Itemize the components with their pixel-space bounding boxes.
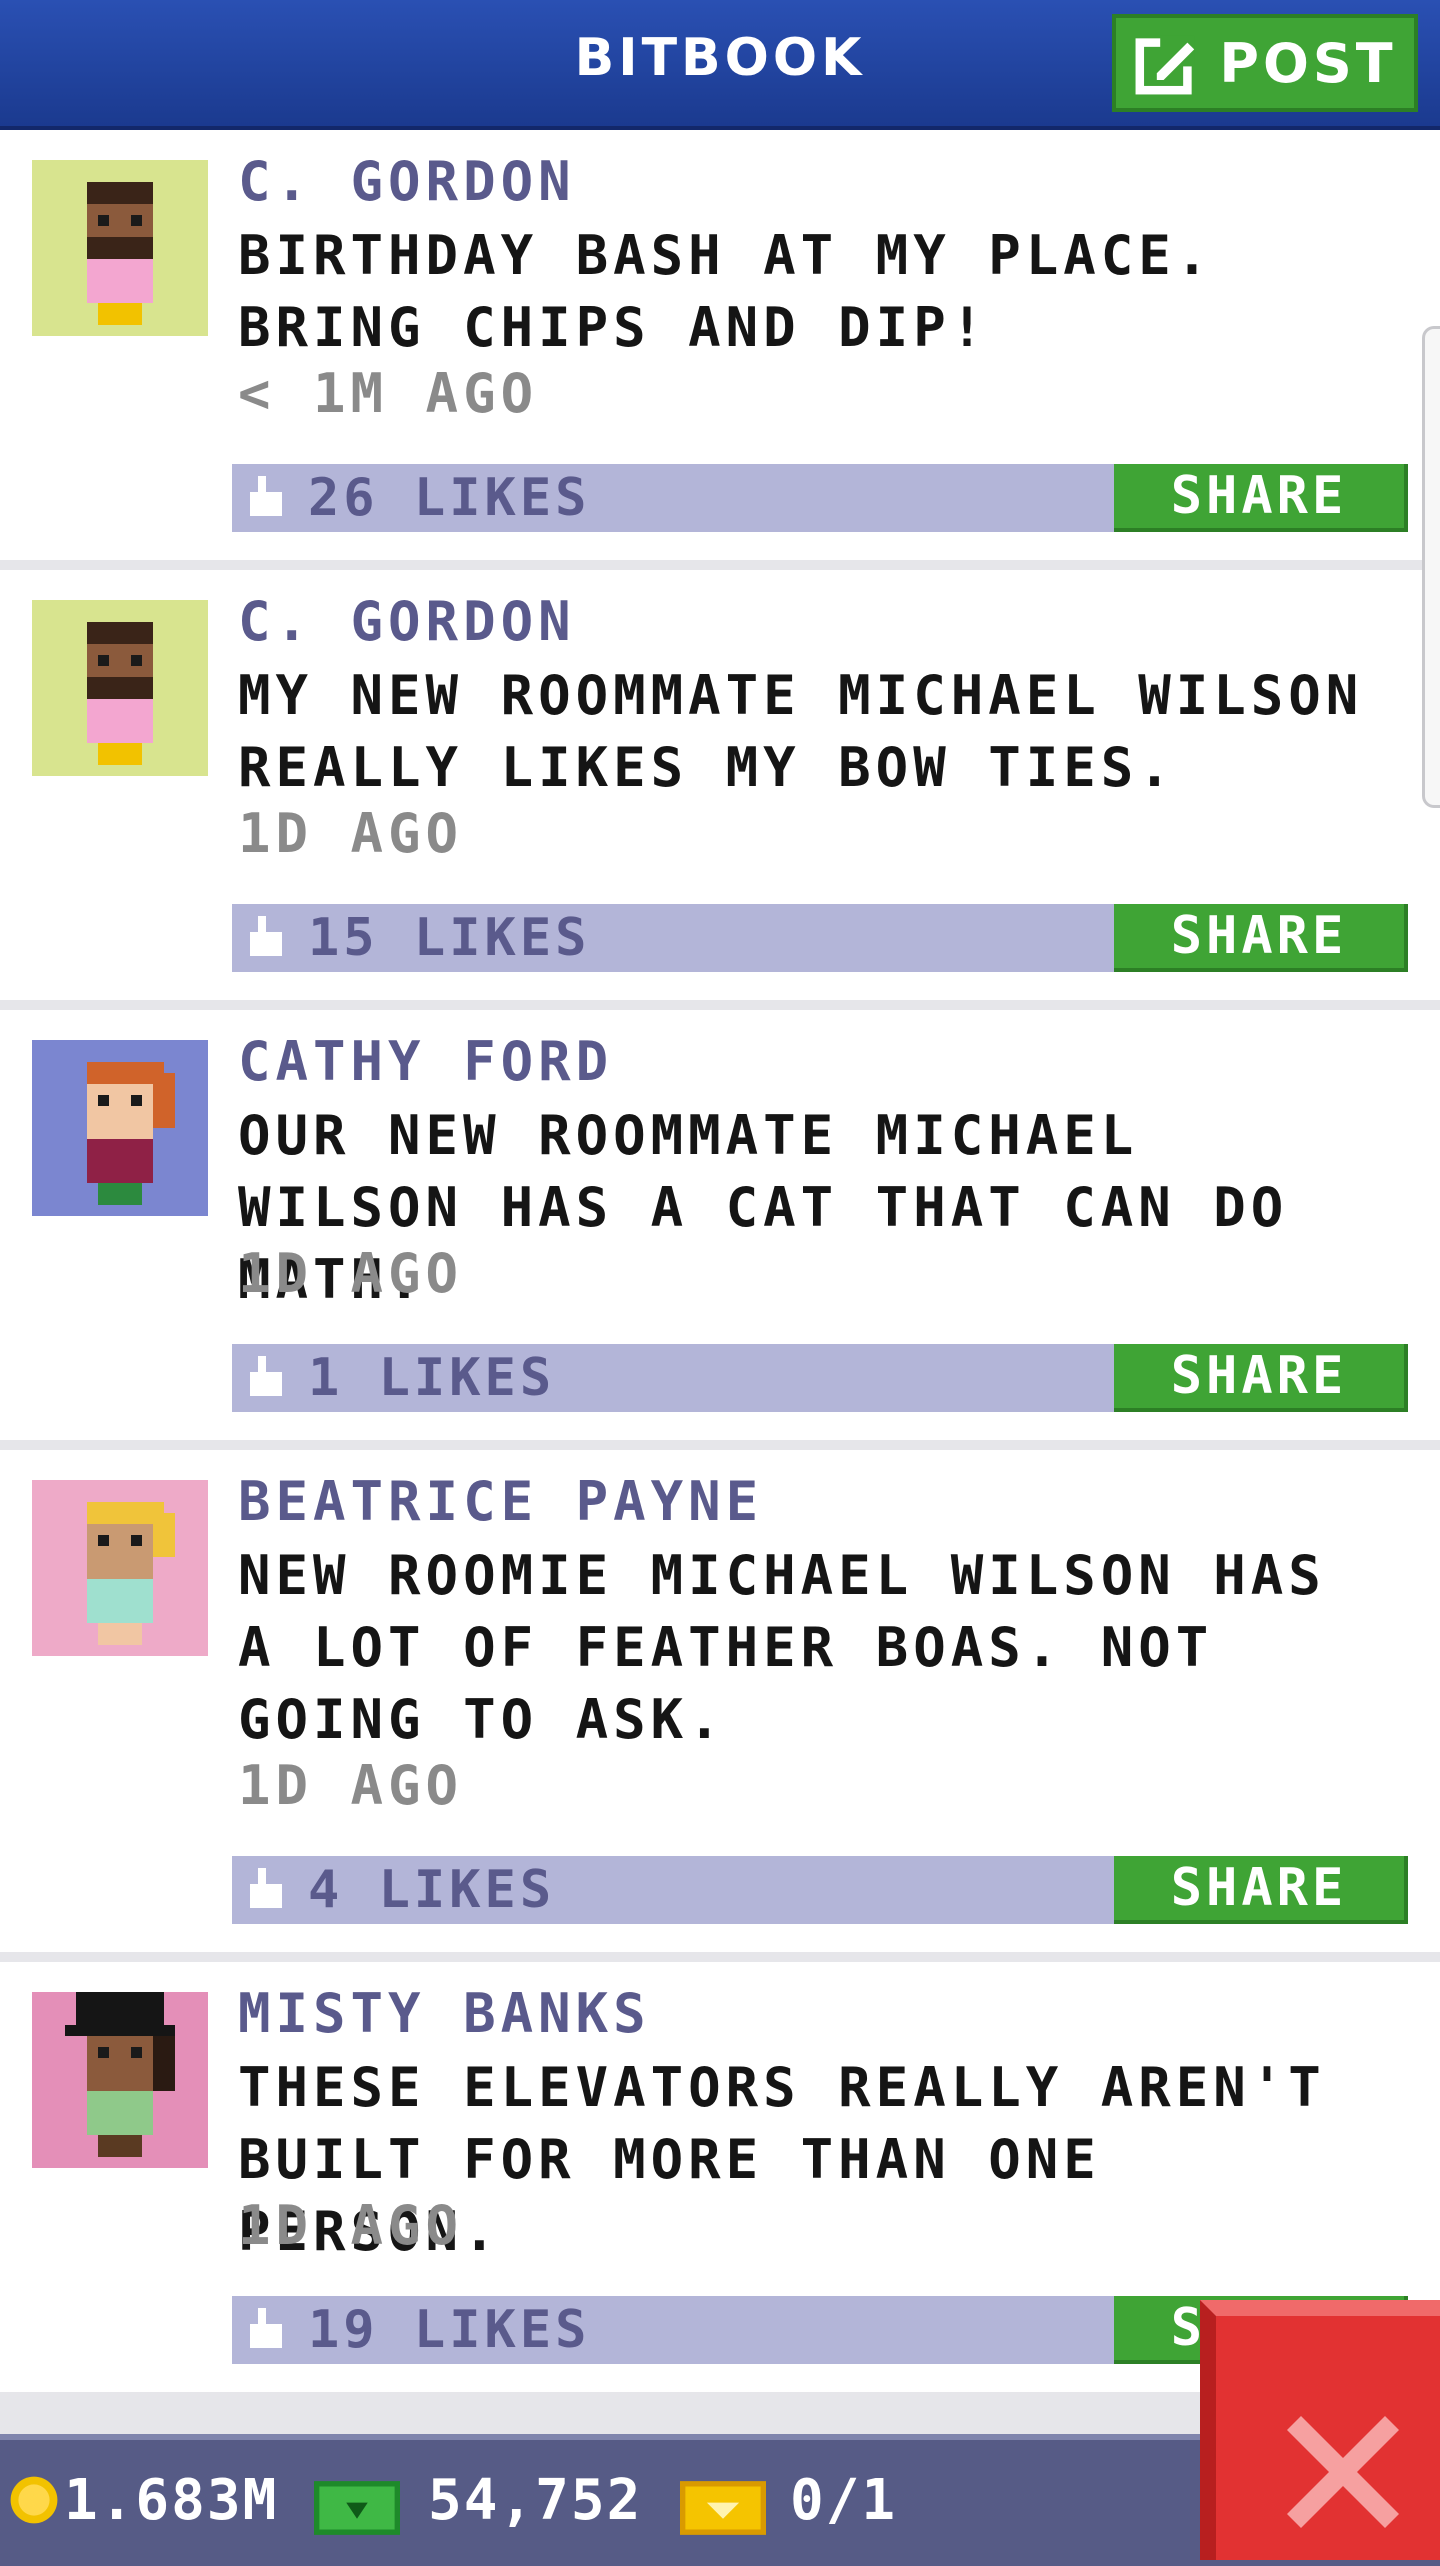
avatar-beatrice-payne-image — [32, 1480, 208, 1656]
post-button[interactable]: POST — [1112, 14, 1418, 112]
likes-count: 1 LIKES — [308, 1348, 556, 1408]
like-bar: 26 LIKES SHARE — [232, 464, 1408, 532]
compose-icon — [1135, 35, 1195, 95]
bux-value: 54,752 — [428, 2468, 643, 2533]
coin-icon — [10, 2476, 58, 2524]
avatar-c-gordon-image — [32, 600, 208, 776]
coins-value: 1.683M — [64, 2468, 279, 2533]
post-author[interactable]: MISTY BANKS — [238, 1982, 651, 2045]
post-button-label: POST — [1219, 31, 1397, 95]
scroll-handle[interactable] — [1422, 326, 1440, 808]
post-time: 1D AGO — [238, 1754, 464, 1817]
ticket-icon — [680, 2481, 766, 2535]
post-text: NEW ROOMIE MICHAEL WILSON HAS A LOT OF F… — [238, 1544, 1326, 1751]
close-button[interactable] — [1200, 2300, 1440, 2560]
like-bar: 15 LIKES SHARE — [232, 904, 1408, 972]
post-text: MY NEW ROOMMATE MICHAEL WILSON REALLY LI… — [238, 664, 1364, 799]
post-author[interactable]: CATHY FORD — [238, 1030, 613, 1093]
avatar — [32, 1992, 208, 2168]
avatar-c-gordon-image — [32, 160, 208, 336]
feed-post: CATHY FORD OUR NEW ROOMMATE MICHAEL WILS… — [0, 1010, 1440, 1448]
post-time: 1D AGO — [238, 802, 464, 865]
share-button[interactable]: SHARE — [1114, 904, 1408, 972]
share-button[interactable]: SHARE — [1114, 464, 1408, 532]
avatar — [32, 1040, 208, 1216]
share-button[interactable]: SHARE — [1114, 1856, 1408, 1924]
post-time: 1D AGO — [238, 2194, 464, 2257]
like-bar: 1 LIKES SHARE — [232, 1344, 1408, 1412]
likes-count: 19 LIKES — [308, 2300, 591, 2360]
thumbs-up-icon[interactable] — [246, 916, 286, 960]
app-header: BITBOOK POST — [0, 0, 1440, 130]
thumbs-up-icon[interactable] — [246, 476, 286, 520]
avatar — [32, 160, 208, 336]
post-author[interactable]: C. GORDON — [238, 150, 576, 213]
likes-count: 26 LIKES — [308, 468, 591, 528]
avatar-misty-banks-image — [32, 1992, 208, 2168]
post-time: 1D AGO — [238, 1242, 464, 1305]
post-time: < 1M AGO — [238, 362, 539, 425]
avatar-cathy-ford-image — [32, 1040, 208, 1216]
post-author[interactable]: BEATRICE PAYNE — [238, 1470, 763, 1533]
share-button[interactable]: SHARE — [1114, 1344, 1408, 1412]
avatar — [32, 1480, 208, 1656]
likes-count: 15 LIKES — [308, 908, 591, 968]
avatar — [32, 600, 208, 776]
feed-post: BEATRICE PAYNE NEW ROOMIE MICHAEL WILSON… — [0, 1450, 1440, 1960]
bux-icon — [314, 2481, 400, 2535]
likes-count: 4 LIKES — [308, 1860, 556, 1920]
thumbs-up-icon[interactable] — [246, 1868, 286, 1912]
tickets-value: 0/1 — [790, 2468, 898, 2533]
post-author[interactable]: C. GORDON — [238, 590, 576, 653]
thumbs-up-icon[interactable] — [246, 1356, 286, 1400]
close-icon — [1287, 2416, 1399, 2528]
thumbs-up-icon[interactable] — [246, 2308, 286, 2352]
post-text: BIRTHDAY BASH AT MY PLACE. BRING CHIPS A… — [238, 224, 1214, 359]
like-bar: 4 LIKES SHARE — [232, 1856, 1408, 1924]
feed-post: C. GORDON BIRTHDAY BASH AT MY PLACE. BRI… — [0, 130, 1440, 568]
feed-post: C. GORDON MY NEW ROOMMATE MICHAEL WILSON… — [0, 570, 1440, 1008]
